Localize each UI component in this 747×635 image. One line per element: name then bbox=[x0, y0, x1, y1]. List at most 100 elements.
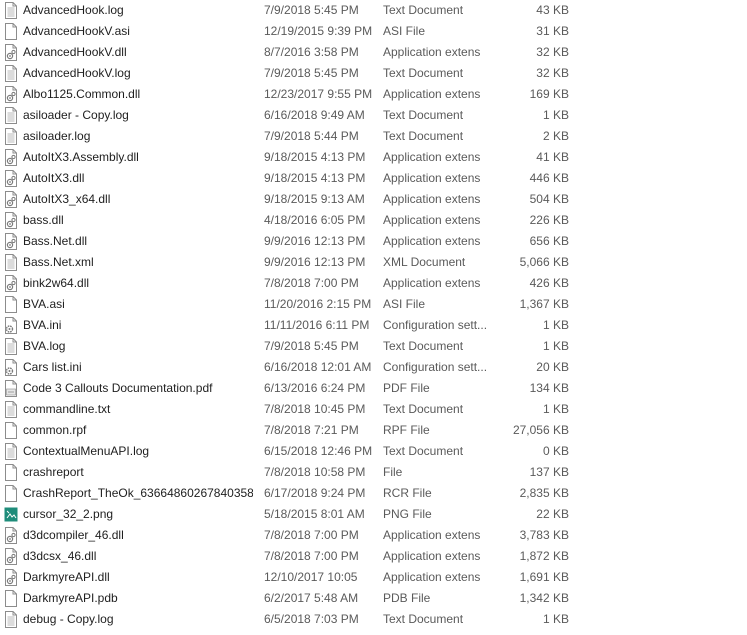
file-name: Cars list.ini bbox=[23, 360, 82, 374]
application-extension-icon bbox=[4, 170, 18, 187]
file-size: 1,342 KB bbox=[519, 591, 569, 605]
application-extension-icon bbox=[4, 44, 18, 61]
file-name: ContextualMenuAPI.log bbox=[23, 444, 150, 458]
file-row[interactable]: bink2w64.dll 7/8/2018 7:00 PM Applicatio… bbox=[0, 273, 600, 294]
file-row[interactable]: AdvancedHookV.dll 8/7/2016 3:58 PM Appli… bbox=[0, 42, 600, 63]
text-document-icon bbox=[4, 128, 18, 145]
file-row[interactable]: bass.dll 4/18/2016 6:05 PM Application e… bbox=[0, 210, 600, 231]
file-date-modified: 12/23/2017 9:55 PM bbox=[264, 87, 373, 101]
file-row[interactable]: Cars list.ini 6/16/2018 12:01 AM Configu… bbox=[0, 357, 600, 378]
file-size: 0 KB bbox=[542, 444, 569, 458]
file-date-modified: 7/9/2018 5:45 PM bbox=[264, 66, 359, 80]
application-extension-icon bbox=[4, 149, 18, 166]
file-name: BVA.ini bbox=[23, 318, 62, 332]
file-name: commandline.txt bbox=[23, 402, 111, 416]
file-size: 2 KB bbox=[542, 129, 569, 143]
file-row[interactable]: BVA.ini 11/11/2016 6:11 PM Configuration… bbox=[0, 315, 600, 336]
text-document-icon bbox=[4, 443, 18, 460]
configuration-settings-icon bbox=[4, 359, 18, 376]
file-row[interactable]: CrashReport_TheOk_63664860267840358... 6… bbox=[0, 483, 600, 504]
file-name: CrashReport_TheOk_63664860267840358... bbox=[23, 486, 253, 500]
file-date-modified: 7/8/2018 7:00 PM bbox=[264, 549, 359, 563]
file-date-modified: 12/19/2015 9:39 PM bbox=[264, 24, 373, 38]
file-row[interactable]: AdvancedHook.log 7/9/2018 5:45 PM Text D… bbox=[0, 0, 600, 21]
file-type: Application extens bbox=[383, 171, 481, 185]
file-row[interactable]: ContextualMenuAPI.log 6/15/2018 12:46 PM… bbox=[0, 441, 600, 462]
file-name: Code 3 Callouts Documentation.pdf bbox=[23, 381, 213, 395]
file-row[interactable]: BVA.log 7/9/2018 5:45 PM Text Document 1… bbox=[0, 336, 600, 357]
file-row[interactable]: commandline.txt 7/8/2018 10:45 PM Text D… bbox=[0, 399, 600, 420]
file-row[interactable]: cursor_32_2.png 5/18/2015 8:01 AM PNG Fi… bbox=[0, 504, 600, 525]
file-row[interactable]: AdvancedHookV.log 7/9/2018 5:45 PM Text … bbox=[0, 63, 600, 84]
file-row[interactable]: Bass.Net.xml 9/9/2016 12:13 PM XML Docum… bbox=[0, 252, 600, 273]
file-row[interactable]: AutoItX3_x64.dll 9/18/2015 9:13 AM Appli… bbox=[0, 189, 600, 210]
file-row[interactable]: d3dcompiler_46.dll 7/8/2018 7:00 PM Appl… bbox=[0, 525, 600, 546]
file-row[interactable]: Code 3 Callouts Documentation.pdf 6/13/2… bbox=[0, 378, 600, 399]
file-row[interactable]: AutoItX3.Assembly.dll 9/18/2015 4:13 PM … bbox=[0, 147, 600, 168]
file-date-modified: 5/18/2015 8:01 AM bbox=[264, 507, 365, 521]
file-size: 1 KB bbox=[542, 402, 569, 416]
file-row[interactable]: crashreport 7/8/2018 10:58 PM File 137 K… bbox=[0, 462, 600, 483]
file-name: DarkmyreAPI.pdb bbox=[23, 591, 118, 605]
file-size: 1,872 KB bbox=[519, 549, 569, 563]
file-type: XML Document bbox=[383, 255, 466, 269]
file-size: 169 KB bbox=[529, 87, 569, 101]
file-type: Application extens bbox=[383, 87, 481, 101]
file-type: RCR File bbox=[383, 486, 432, 500]
file-row[interactable]: debug - Copy.log 6/5/2018 7:03 PM Text D… bbox=[0, 609, 600, 630]
file-row[interactable]: AutoItX3.dll 9/18/2015 4:13 PM Applicati… bbox=[0, 168, 600, 189]
file-row[interactable]: asiloader.log 7/9/2018 5:44 PM Text Docu… bbox=[0, 126, 600, 147]
application-extension-icon bbox=[4, 212, 18, 229]
file-size: 43 KB bbox=[536, 3, 569, 17]
file-row[interactable]: d3dcsx_46.dll 7/8/2018 7:00 PM Applicati… bbox=[0, 546, 600, 567]
file-row[interactable]: AdvancedHookV.asi 12/19/2015 9:39 PM ASI… bbox=[0, 21, 600, 42]
file-name: AdvancedHook.log bbox=[23, 3, 124, 17]
file-type: Application extens bbox=[383, 150, 481, 164]
file-type: Application extens bbox=[383, 528, 481, 542]
file-size: 1 KB bbox=[542, 108, 569, 122]
file-size: 1 KB bbox=[542, 612, 569, 626]
file-date-modified: 6/2/2017 5:48 AM bbox=[264, 591, 359, 605]
file-type: Configuration sett... bbox=[383, 360, 488, 374]
file-row[interactable]: common.rpf 7/8/2018 7:21 PM RPF File 27,… bbox=[0, 420, 600, 441]
file-type: PNG File bbox=[383, 507, 432, 521]
file-row[interactable]: asiloader - Copy.log 6/16/2018 9:49 AM T… bbox=[0, 105, 600, 126]
file-row[interactable]: BVA.asi 11/20/2016 2:15 PM ASI File 1,36… bbox=[0, 294, 600, 315]
file-type: Application extens bbox=[383, 213, 481, 227]
file-size: 22 KB bbox=[536, 507, 569, 521]
blank-file-icon bbox=[4, 23, 18, 40]
file-size: 2,835 KB bbox=[519, 486, 569, 500]
file-size: 137 KB bbox=[529, 465, 569, 479]
application-extension-icon bbox=[4, 191, 18, 208]
file-type: Text Document bbox=[383, 129, 464, 143]
file-row[interactable]: DarkmyreAPI.dll 12/10/2017 10:05 Applica… bbox=[0, 567, 600, 588]
file-type: Text Document bbox=[383, 66, 464, 80]
file-date-modified: 6/13/2016 6:24 PM bbox=[264, 381, 366, 395]
file-size: 32 KB bbox=[536, 45, 569, 59]
file-row[interactable]: Bass.Net.dll 9/9/2016 12:13 PM Applicati… bbox=[0, 231, 600, 252]
file-size: 5,066 KB bbox=[519, 255, 569, 269]
file-name: common.rpf bbox=[23, 423, 87, 437]
file-size: 426 KB bbox=[529, 276, 569, 290]
file-type: PDF File bbox=[383, 381, 430, 395]
file-date-modified: 7/9/2018 5:44 PM bbox=[264, 129, 359, 143]
application-extension-icon bbox=[4, 527, 18, 544]
file-date-modified: 7/9/2018 5:45 PM bbox=[264, 339, 359, 353]
application-extension-icon bbox=[4, 548, 18, 565]
text-document-icon bbox=[4, 2, 18, 19]
blank-file-icon bbox=[4, 296, 18, 313]
file-row[interactable]: Albo1125.Common.dll 12/23/2017 9:55 PM A… bbox=[0, 84, 600, 105]
file-date-modified: 11/11/2016 6:11 PM bbox=[264, 318, 370, 332]
file-date-modified: 9/18/2015 4:13 PM bbox=[264, 150, 366, 164]
file-date-modified: 6/17/2018 9:24 PM bbox=[264, 486, 366, 500]
file-type: Application extens bbox=[383, 192, 481, 206]
file-size: 1 KB bbox=[542, 339, 569, 353]
file-date-modified: 7/8/2018 10:58 PM bbox=[264, 465, 366, 479]
file-row[interactable]: DarkmyreAPI.pdb 6/2/2017 5:48 AM PDB Fil… bbox=[0, 588, 600, 609]
file-name: DarkmyreAPI.dll bbox=[23, 570, 110, 584]
file-size: 446 KB bbox=[529, 171, 569, 185]
file-name: BVA.log bbox=[23, 339, 66, 353]
file-name: AutoItX3.dll bbox=[23, 171, 85, 185]
xml-document-icon bbox=[4, 254, 18, 271]
file-type: Application extens bbox=[383, 570, 481, 584]
